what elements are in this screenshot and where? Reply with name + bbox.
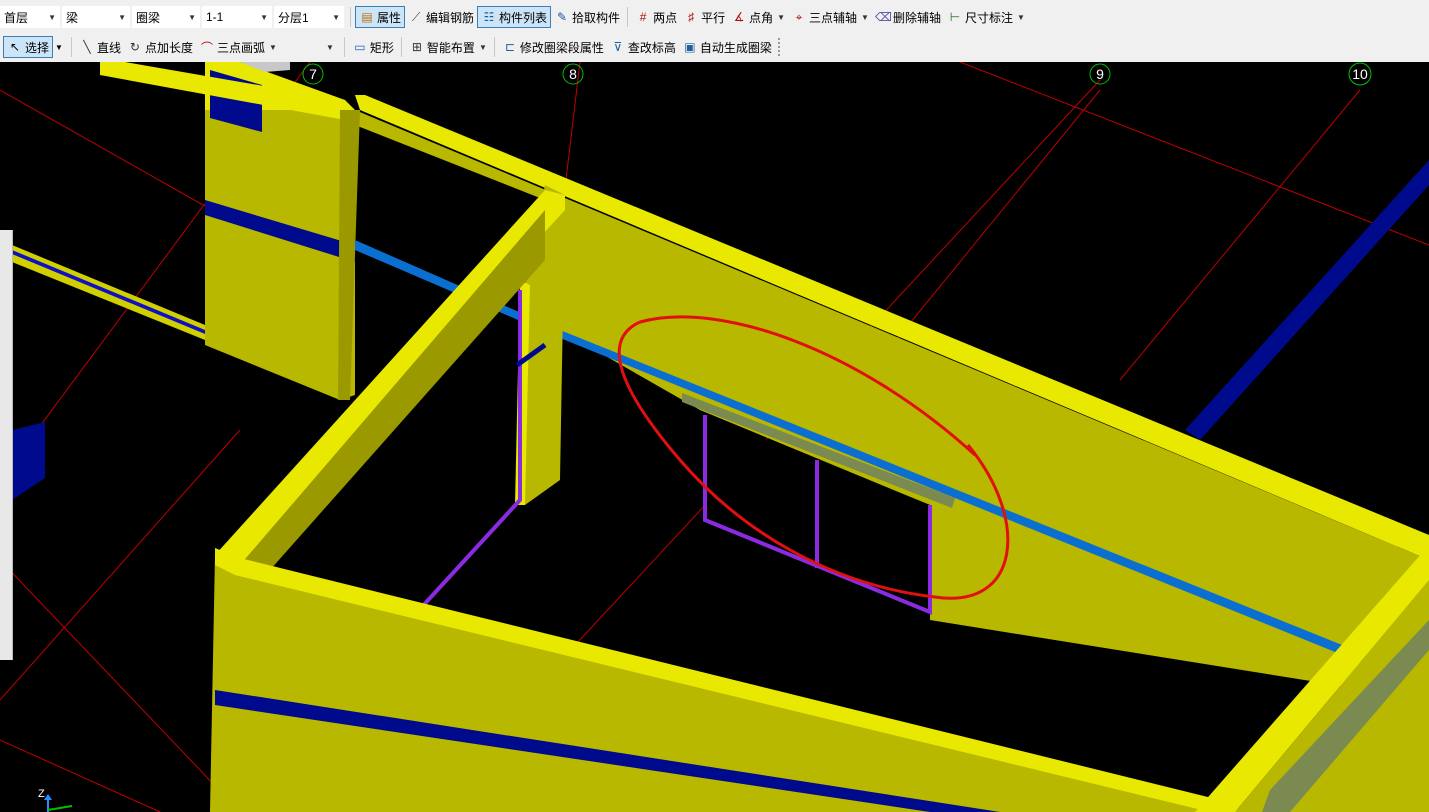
properties-icon: ▤ <box>361 10 373 24</box>
eraser-icon: ⌫ <box>874 10 892 24</box>
rebar-icon: ⟋ <box>411 9 421 24</box>
z-axis-label: Z <box>38 788 45 800</box>
chevron-down-icon: ▼ <box>777 12 786 22</box>
viewport-canvas: 7 8 9 10 Z <box>0 62 1429 812</box>
toolbar-row-2: ↖ 选择 ▼ ╲ 直线 ↻ 点加长度 ⌒ 三点画弧 ▼ ▼ ▭ 矩形 ⊞ 智能布置 ▼ ⊏ 修改圈… <box>0 33 784 61</box>
axis-label-9: 9 <box>1096 66 1104 82</box>
elevation-icon: ⊽ <box>613 40 623 54</box>
modify-segment-button[interactable]: ⊏ 修改圈梁段属性 <box>499 36 607 58</box>
floor-select[interactable]: 首层 ▼ <box>0 6 60 28</box>
left-panel-scrollbar[interactable] <box>0 230 13 660</box>
point-length-button[interactable]: ↻ 点加长度 <box>124 36 196 58</box>
separator <box>343 37 345 57</box>
delete-axis-button[interactable]: ⌫ 删除辅轴 <box>872 6 944 28</box>
back-wall-edge <box>338 110 360 400</box>
name-select[interactable]: 1-1 ▼ <box>202 6 272 28</box>
axis-label-10: 10 <box>1352 66 1368 82</box>
list-icon: ☷ <box>483 10 495 24</box>
three-point-axis-button[interactable]: ⌖ 三点辅轴 ▼ <box>788 6 872 28</box>
point-angle-icon: ∡ <box>733 10 745 24</box>
axis-labels: 7 8 9 10 <box>302 62 1372 86</box>
chevron-down-icon: ▼ <box>325 42 334 52</box>
far-beam <box>1185 160 1429 440</box>
two-points-button[interactable]: # 两点 <box>632 6 680 28</box>
left-block <box>12 422 45 500</box>
component-list-button[interactable]: ☷ 构件列表 <box>477 6 552 28</box>
chevron-down-icon: ▼ <box>268 42 277 52</box>
chevron-down-icon: ▼ <box>188 12 196 22</box>
separator <box>400 37 402 57</box>
separator <box>493 37 495 57</box>
back-wall-face <box>355 110 1429 700</box>
chevron-down-icon: ▼ <box>1017 12 1025 22</box>
toolbar-area: 首层 ▼ 梁 ▼ 圈梁 ▼ 1-1 ▼ 分层1 ▼ ▤ 属性 ⟋ 编辑钢筋 ☷ 构件列表 ✎ 拾取… <box>0 0 1429 62</box>
chevron-down-icon: ▼ <box>118 12 126 22</box>
select-button[interactable]: ↖ 选择 <box>3 36 54 58</box>
eyedropper-icon: ✎ <box>557 10 568 24</box>
edit-rebar-button[interactable]: ⟋ 编辑钢筋 <box>405 6 477 28</box>
dimension-button[interactable]: ⊢ 尺寸标注 ▼ <box>944 6 1028 28</box>
separator <box>350 7 351 27</box>
smart-layout-button[interactable]: ⊞ 智能布置 ▼ <box>406 36 490 58</box>
separator <box>627 7 629 27</box>
arc-icon: ⌒ <box>200 40 213 55</box>
column-block <box>205 110 355 400</box>
chevron-down-icon: ▼ <box>48 12 56 22</box>
toolbar-grip[interactable] <box>777 38 784 56</box>
line-button[interactable]: ╲ 直线 <box>76 36 124 58</box>
pick-component-button[interactable]: ✎ 拾取构件 <box>551 6 623 28</box>
properties-button[interactable]: ▤ 属性 <box>355 6 406 28</box>
chevron-down-icon: ▼ <box>260 12 268 22</box>
axis-label-7: 7 <box>309 66 317 82</box>
line-icon: ╲ <box>83 40 91 54</box>
parallel-button[interactable]: ♯ 平行 <box>680 6 728 28</box>
subtype-select[interactable]: 圈梁 ▼ <box>132 6 200 28</box>
smart-layout-icon: ⊞ <box>411 40 422 54</box>
rectangle-button[interactable]: ▭ 矩形 <box>349 36 397 58</box>
arc-option-select[interactable]: ▼ <box>280 36 338 58</box>
point-length-icon: ↻ <box>129 40 140 54</box>
3d-viewport[interactable]: 7 8 9 10 Z <box>0 62 1429 812</box>
chevron-down-icon: ▼ <box>861 12 869 22</box>
rectangle-icon: ▭ <box>354 40 366 54</box>
type-select[interactable]: 梁 ▼ <box>62 6 130 28</box>
check-elevation-button[interactable]: ⊽ 查改标高 <box>607 36 679 58</box>
parallel-axis-icon: ♯ <box>688 10 695 24</box>
three-point-axis-icon: ⌖ <box>795 9 803 24</box>
layer-select[interactable]: 分层1 ▼ <box>274 6 344 28</box>
separator <box>70 37 72 57</box>
chevron-down-icon: ▼ <box>478 42 487 52</box>
three-point-arc-button[interactable]: ⌒ 三点画弧 ▼ <box>196 36 280 58</box>
left-beam-strip <box>12 250 205 334</box>
toolbar-row-1: 首层 ▼ 梁 ▼ 圈梁 ▼ 1-1 ▼ 分层1 ▼ ▤ 属性 ⟋ 编辑钢筋 ☷ 构件列表 ✎ 拾取… <box>0 3 1028 31</box>
segment-properties-icon: ⊏ <box>504 40 515 54</box>
auto-generate-button[interactable]: ▣ 自动生成圈梁 <box>679 36 775 58</box>
two-points-axis-icon: # <box>639 10 647 24</box>
cursor-icon: ↖ <box>9 40 21 54</box>
chevron-down-icon: ▼ <box>332 12 340 22</box>
dimension-icon: ⊢ <box>949 10 961 24</box>
axis-label-8: 8 <box>569 66 577 82</box>
coordinate-axis-indicator: Z <box>38 788 73 812</box>
point-angle-button[interactable]: ∡ 点角 ▼ <box>728 6 788 28</box>
auto-generate-icon: ▣ <box>684 40 696 54</box>
chevron-down-icon[interactable]: ▼ <box>55 43 63 52</box>
